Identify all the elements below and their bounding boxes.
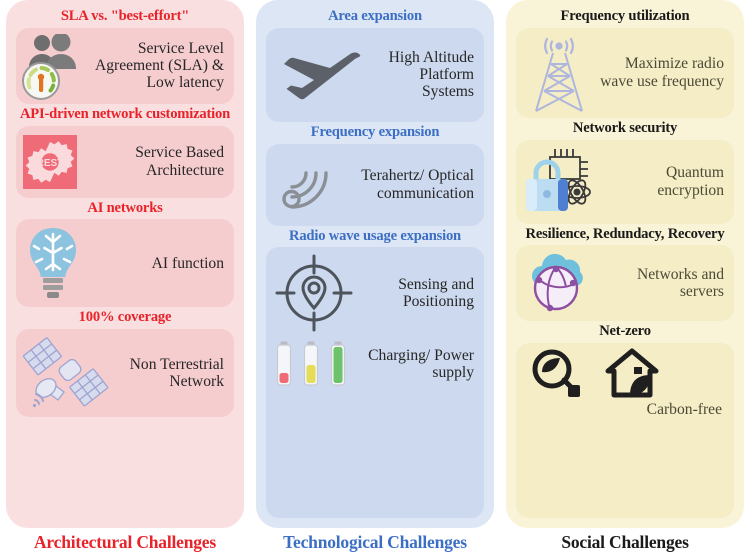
card-haps-text: High Altitude Platform Systems	[388, 48, 474, 101]
column-architectural-panel: SLA vs. "best-effort" Service Level Agre…	[6, 0, 244, 528]
card-sba-text: Service Based Architecture	[135, 144, 224, 179]
crosshair-location-pin-icon	[272, 251, 356, 335]
group-title-ai: AI networks	[87, 199, 163, 216]
footer-architectural: Architectural Challenges	[33, 531, 216, 552]
card-quantum-encryption-icons	[522, 145, 602, 219]
battery-full-icon	[330, 341, 346, 386]
group-title-frequency-expansion: Frequency expansion	[310, 123, 440, 140]
card-haps-icons	[272, 46, 364, 104]
padlock-circuit-atom-icon	[522, 145, 602, 219]
group-title-network-security: Network security	[572, 119, 678, 136]
battery-low-icon	[276, 341, 292, 386]
card-ntn[interactable]: Non Terrestrial Network	[16, 329, 234, 417]
card-ai-icons	[22, 225, 84, 301]
battery-medium-icon	[303, 341, 319, 386]
rest-gear-icon: REST	[22, 134, 78, 190]
group-title-radio-wave-usage: Radio wave usage expansion	[289, 227, 461, 244]
globe-network-icon	[532, 264, 580, 312]
leaf-plug-icon	[528, 347, 582, 401]
wifi-signal-icon	[272, 153, 336, 217]
card-carbon-free-text: Carbon-free	[646, 401, 722, 418]
column-social-panel: Frequency utilization Maximize radio wav…	[506, 0, 744, 528]
group-title-api: API-driven network customization	[19, 105, 231, 122]
airplane-icon	[272, 46, 364, 104]
card-sensing-text: Sensing and Positioning	[398, 275, 474, 311]
card-haps[interactable]: High Altitude Platform Systems	[266, 27, 484, 122]
speed-gauge-icon	[22, 61, 60, 100]
card-charging-text: Charging/ Power supply	[368, 346, 474, 382]
card-networks-servers-text: Networks and servers	[636, 265, 724, 301]
group-title-resilience: Resilience, Redundacy, Recovery	[525, 225, 725, 242]
column-social: Frequency utilization Maximize radio wav…	[500, 0, 750, 558]
radio-tower-icon	[522, 31, 596, 115]
challenges-diagram: SLA vs. "best-effort" Service Level Agre…	[0, 0, 750, 558]
column-technological: Area expansion High Altitude Platform Sy…	[250, 0, 500, 558]
card-sensing-icons	[272, 251, 356, 335]
group-title-net-zero: Net-zero	[599, 323, 651, 340]
satellite-icon	[22, 334, 114, 412]
card-thz[interactable]: Terahertz/ Optical communication	[266, 143, 484, 226]
battery-levels-icon	[272, 341, 346, 387]
card-sla-icons	[22, 33, 84, 100]
ai-lightbulb-brain-icon	[22, 225, 84, 301]
column-architectural: SLA vs. "best-effort" Service Level Agre…	[0, 0, 250, 558]
card-sla-text: Service Level Agreement (SLA) & Low late…	[94, 39, 224, 92]
eco-house-icon	[604, 347, 660, 401]
group-title-sla: SLA vs. "best-effort"	[60, 8, 190, 24]
card-networks-servers[interactable]: Networks and servers	[516, 245, 734, 322]
card-ntn-icons	[22, 334, 114, 412]
column-technological-panel: Area expansion High Altitude Platform Sy…	[256, 0, 494, 528]
card-sla[interactable]: Service Level Agreement (SLA) & Low late…	[16, 27, 234, 104]
card-quantum-encryption-text: Quantum encryption	[657, 164, 724, 199]
card-maximize-frequency-icons	[522, 31, 596, 115]
card-sba-icons: REST	[22, 134, 78, 190]
card-sensing-charging[interactable]: Sensing and Positioning Charging/ Power …	[266, 247, 484, 518]
card-carbon-free[interactable]: Carbon-free	[516, 343, 734, 518]
card-charging-row: Charging/ Power supply	[272, 341, 478, 387]
card-maximize-frequency[interactable]: Maximize radio wave use frequency	[516, 27, 734, 118]
card-ai[interactable]: AI function	[16, 219, 234, 308]
card-thz-icons	[272, 153, 336, 217]
card-sba[interactable]: REST Service Based Architecture	[16, 125, 234, 198]
footer-social: Social Challenges	[561, 531, 689, 552]
card-sensing-row: Sensing and Positioning	[272, 251, 478, 335]
card-maximize-frequency-text: Maximize radio wave use frequency	[600, 55, 724, 90]
card-ai-text: AI function	[151, 254, 224, 272]
rest-gear-label: REST	[37, 158, 64, 169]
card-quantum-encryption[interactable]: Quantum encryption	[516, 139, 734, 224]
group-title-frequency-utilization: Frequency utilization	[560, 8, 690, 24]
card-ntn-text: Non Terrestrial Network	[129, 355, 224, 390]
group-title-coverage: 100% coverage	[78, 309, 172, 326]
group-title-area-expansion: Area expansion	[328, 8, 422, 24]
card-carbon-free-icons	[522, 347, 728, 401]
card-networks-servers-icons	[522, 252, 596, 314]
footer-technological: Technological Challenges	[283, 531, 467, 552]
card-thz-text: Terahertz/ Optical communication	[361, 167, 474, 202]
